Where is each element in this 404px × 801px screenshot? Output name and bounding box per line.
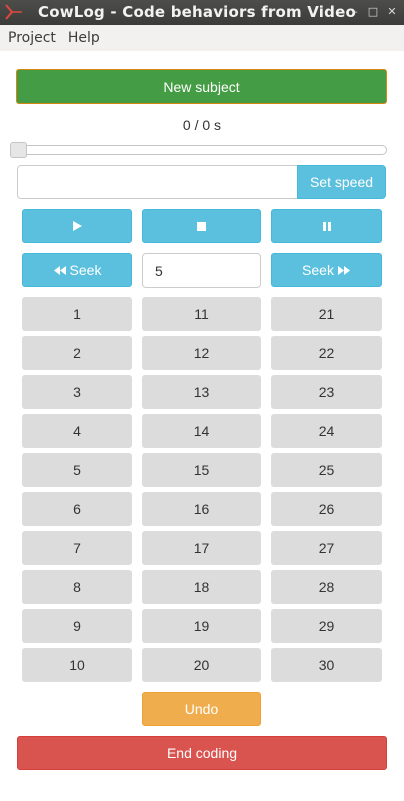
window-title: CowLog - Code behaviors from Video [38,3,356,21]
behavior-code-label: 21 [318,306,335,322]
behavior-code-label: 27 [318,540,335,556]
behavior-code-label: 8 [73,579,81,595]
behavior-code-button[interactable]: 13 [142,375,261,409]
behavior-code-button[interactable]: 17 [142,531,261,565]
seek-forward-label: Seek [302,262,334,278]
behavior-code-button[interactable]: 7 [22,531,132,565]
behavior-code-label: 3 [73,384,81,400]
pause-button[interactable] [271,209,382,243]
end-coding-label: End coding [166,745,238,761]
behavior-code-button[interactable]: 9 [22,609,132,643]
behavior-code-label: 11 [194,306,209,322]
minimize-button[interactable]: – [348,5,362,19]
play-button[interactable] [22,209,132,243]
menu-bar: Project Help [0,25,404,51]
behavior-code-label: 15 [193,462,210,478]
behavior-code-button[interactable]: 30 [271,648,382,682]
behavior-code-button[interactable]: 8 [22,570,132,604]
behavior-code-label: 22 [318,345,335,361]
behavior-code-button[interactable]: 19 [142,609,261,643]
behavior-code-button[interactable]: 15 [142,453,261,487]
behavior-code-button[interactable]: 22 [271,336,382,370]
behavior-code-label: 18 [193,579,210,595]
behavior-code-button[interactable]: 11 [142,297,261,331]
behavior-code-label: 29 [318,618,335,634]
seek-back-label: Seek [69,262,102,278]
main-content: New subject 0 / 0 s Set speed Seek Seek [0,51,404,801]
behavior-code-label: 24 [318,423,335,439]
behavior-code-button[interactable]: 28 [271,570,382,604]
behavior-code-label: 6 [73,501,81,517]
time-display: 0 / 0 s [182,117,222,133]
behavior-code-label: 16 [193,501,210,517]
cowlog-logo-icon [4,3,24,21]
close-button[interactable]: ✕ [385,5,399,19]
seek-back-button[interactable]: Seek [22,253,132,287]
end-coding-button[interactable]: End coding [17,736,387,770]
undo-label: Undo [184,701,219,717]
menu-project[interactable]: Project [8,30,56,46]
behavior-code-button[interactable]: 3 [22,375,132,409]
behavior-code-button[interactable]: 2 [22,336,132,370]
behavior-code-button[interactable]: 24 [271,414,382,448]
behavior-code-label: 13 [193,384,210,400]
behavior-code-button[interactable]: 6 [22,492,132,526]
fast-backward-icon [53,265,67,276]
new-subject-button[interactable]: New subject [16,69,387,104]
behavior-code-label: 7 [73,540,81,556]
behavior-code-label: 1 [73,306,81,322]
behavior-code-label: 5 [73,462,81,478]
behavior-code-button[interactable]: 12 [142,336,261,370]
pause-icon [322,221,332,232]
behavior-code-button[interactable]: 26 [271,492,382,526]
speed-input[interactable] [17,165,298,199]
behavior-code-button[interactable]: 20 [142,648,261,682]
behavior-code-label: 14 [193,423,210,439]
stop-button[interactable] [142,209,261,243]
behavior-code-label: 10 [69,657,85,673]
behavior-code-button[interactable]: 29 [271,609,382,643]
behavior-code-label: 19 [193,618,210,634]
behavior-code-label: 9 [73,618,81,634]
behavior-code-button[interactable]: 1 [22,297,132,331]
maximize-button[interactable]: □ [366,5,380,19]
menu-help[interactable]: Help [68,30,100,46]
set-speed-button[interactable]: Set speed [297,165,386,199]
behavior-code-button[interactable]: 4 [22,414,132,448]
playback-slider-handle[interactable] [10,142,27,158]
behavior-code-label: 26 [318,501,335,517]
behavior-code-button[interactable]: 16 [142,492,261,526]
undo-button[interactable]: Undo [142,692,261,726]
behavior-code-button[interactable]: 23 [271,375,382,409]
behavior-code-button[interactable]: 27 [271,531,382,565]
stop-icon [196,221,207,232]
fast-forward-icon [337,265,351,276]
behavior-code-button[interactable]: 18 [142,570,261,604]
behavior-code-button[interactable]: 21 [271,297,382,331]
behavior-code-button[interactable]: 5 [22,453,132,487]
behavior-code-label: 4 [73,423,81,439]
seek-step-input[interactable] [142,253,261,288]
behavior-code-label: 30 [318,657,335,673]
behavior-code-button[interactable]: 10 [22,648,132,682]
behavior-code-label: 2 [73,345,81,361]
behavior-code-label: 12 [193,345,210,361]
behavior-code-label: 28 [318,579,335,595]
behavior-code-button[interactable]: 25 [271,453,382,487]
new-subject-label: New subject [163,78,240,95]
behavior-code-label: 25 [318,462,335,478]
behavior-code-button[interactable]: 14 [142,414,261,448]
seek-forward-button[interactable]: Seek [271,253,382,287]
behavior-code-label: 23 [318,384,335,400]
title-bar: CowLog - Code behaviors from Video – □ ✕ [0,0,404,25]
playback-slider[interactable] [12,145,387,155]
play-icon [71,220,83,232]
behavior-code-label: 17 [193,540,210,556]
set-speed-label: Set speed [309,174,374,190]
behavior-code-label: 20 [193,657,210,673]
